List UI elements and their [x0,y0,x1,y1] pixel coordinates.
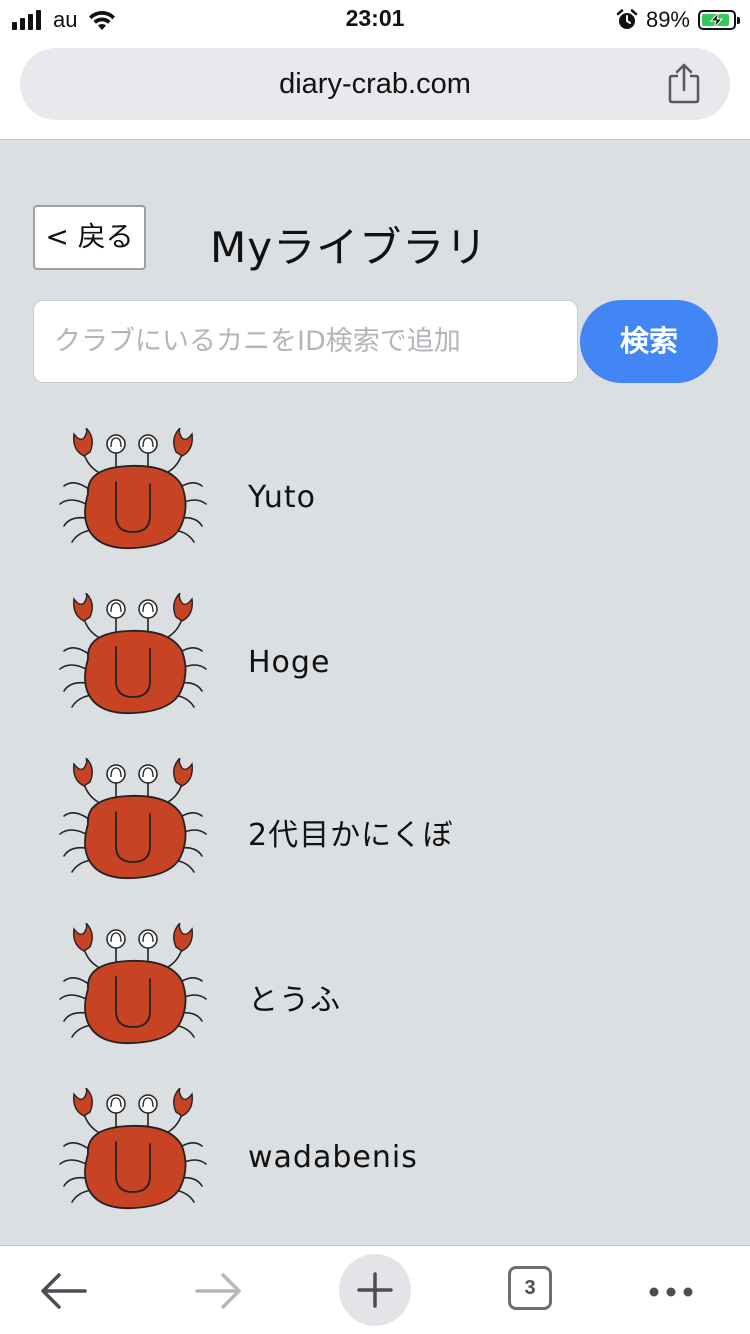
crab-icon [58,758,208,888]
member-name: Hoge [248,645,331,680]
status-right: 89% [616,6,740,34]
address-bar-area: diary-crab.com [0,40,750,140]
back-arrow-icon[interactable] [27,1254,99,1326]
crab-id-search-input[interactable] [33,300,578,383]
member-name: 2代目かにくぼ [248,818,454,853]
alarm-icon [616,9,638,29]
member-name: とうふ [248,983,341,1018]
battery-charging-icon [698,10,740,30]
list-item[interactable]: wadabenis [0,1088,750,1228]
list-item[interactable]: 2代目かにくぼ [0,758,750,898]
battery-percent: 89% [645,7,690,32]
browser-toolbar: 3 [0,1245,750,1334]
crab-icon [58,923,208,1053]
member-name: wadabenis [248,1140,418,1175]
tab-switcher-button[interactable]: 3 [494,1254,566,1326]
crab-icon [58,593,208,723]
address-bar[interactable]: diary-crab.com [20,48,730,120]
page-title: Myライブラリ [210,223,489,272]
more-dots-icon[interactable] [636,1254,708,1326]
list-item[interactable]: Yuto [0,428,750,568]
tab-count: 3 [508,1266,552,1310]
new-tab-button[interactable] [339,1254,411,1326]
plus-icon [357,1272,393,1308]
search-button[interactable]: 検索 [580,300,718,383]
member-name: Yuto [248,480,317,515]
charging-bolt-icon [709,12,724,28]
back-button[interactable]: < 戻る [33,205,146,270]
forward-arrow-icon[interactable] [183,1254,255,1326]
crab-icon [58,1088,208,1218]
list-item[interactable]: とうふ [0,923,750,1063]
battery-nub [737,17,740,24]
list-item[interactable]: Hoge [0,593,750,733]
share-icon[interactable] [664,62,704,106]
crab-icon [58,428,208,558]
status-bar: au 23:01 89% [0,0,750,40]
url-text[interactable]: diary-crab.com [20,68,730,101]
